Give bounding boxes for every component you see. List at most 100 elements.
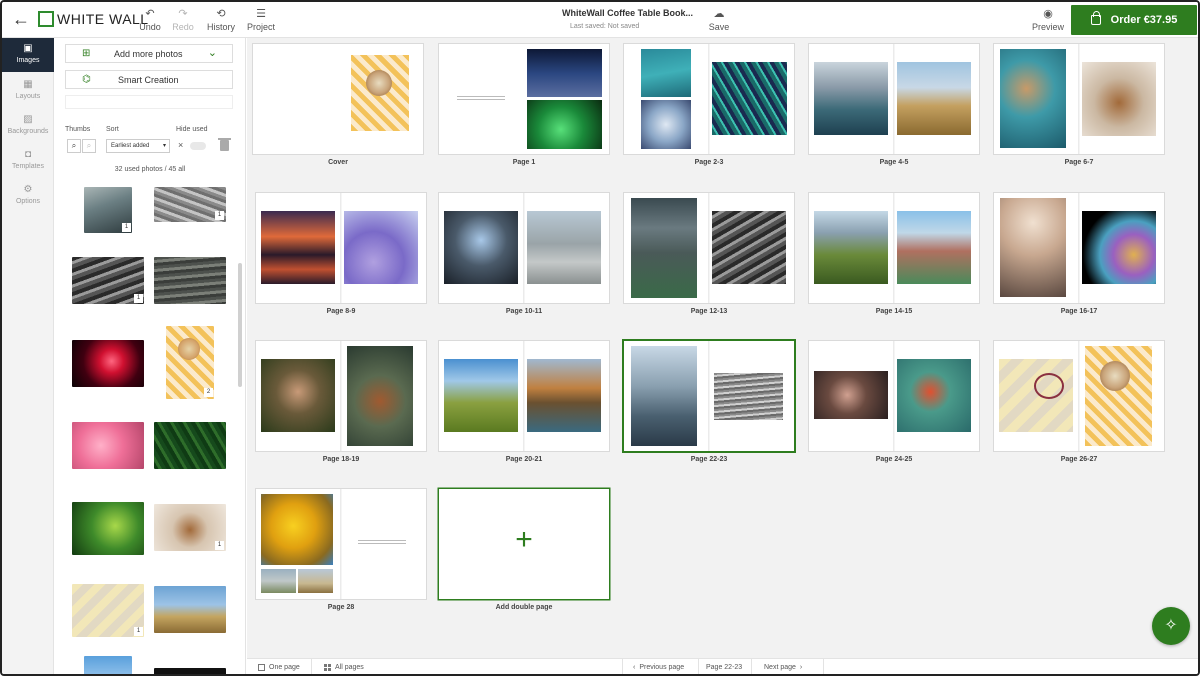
order-button[interactable]: Order €37.95 xyxy=(1071,5,1197,35)
page-spine xyxy=(708,44,710,154)
hide-used-toggle[interactable] xyxy=(190,142,206,150)
page-photo xyxy=(444,359,518,432)
page-spine xyxy=(893,341,895,451)
sort-label: Sort xyxy=(106,126,119,133)
redo-icon: ↷ xyxy=(178,8,188,20)
page-photo xyxy=(1100,361,1130,391)
photo-overlay xyxy=(178,338,200,360)
undo-button[interactable]: ↶ Undo xyxy=(133,8,167,32)
page-spine xyxy=(893,193,895,303)
one-page-button[interactable]: One page xyxy=(258,664,300,671)
zoom-out-button[interactable]: ⌕ xyxy=(67,139,81,153)
rail-item-options[interactable]: ⚙ Options xyxy=(2,179,54,213)
rail-item-images[interactable]: ▣ Images xyxy=(2,38,54,72)
spread-page-8-9[interactable] xyxy=(256,193,426,303)
magic-assistant-button[interactable]: ✧ xyxy=(1152,607,1190,645)
divider xyxy=(751,659,752,674)
smart-creation-button[interactable]: ⌬ Smart Creation xyxy=(65,70,233,89)
history-button[interactable]: ⟲ History xyxy=(204,8,238,32)
spread-page-24-25[interactable] xyxy=(809,341,979,451)
sort-select[interactable]: Earliest added ▾ xyxy=(106,139,170,153)
panel-scrollbar[interactable] xyxy=(238,263,242,387)
smart-creation-label: Smart Creation xyxy=(118,75,179,85)
spread-page-18-19[interactable] xyxy=(256,341,426,451)
add-more-photos-button[interactable]: ⊞ Add more photos ⌄ xyxy=(65,44,233,63)
spread-page-6-7[interactable] xyxy=(994,44,1164,154)
spread-label: Page 26-27 xyxy=(1060,456,1098,463)
page-photo xyxy=(298,569,333,593)
page-photo xyxy=(527,100,602,149)
chevron-down-icon: ▾ xyxy=(162,143,166,149)
spread-page-16-17[interactable] xyxy=(994,193,1164,303)
spread-label: Page 6-7 xyxy=(1064,159,1094,166)
back-arrow-icon[interactable]: ← xyxy=(12,10,30,28)
top-bar: ← WHITE WALL ↶ Undo ↷ Redo ⟲ History ☰ P… xyxy=(2,2,1198,38)
spread-page-28[interactable] xyxy=(256,489,426,599)
usage-badge: 1 xyxy=(215,541,224,550)
page-photo xyxy=(261,494,333,565)
photo-thumbnail[interactable] xyxy=(84,656,132,674)
photo-thumbnail[interactable] xyxy=(154,668,226,674)
spread-page-12-13[interactable] xyxy=(624,193,794,303)
spread-page-20-21[interactable] xyxy=(439,341,609,451)
spread-page-22-23[interactable] xyxy=(624,341,794,451)
images-icon: ▣ xyxy=(23,43,33,54)
rail-item-label: Templates xyxy=(12,163,44,170)
undo-icon: ↶ xyxy=(145,8,155,20)
chevron-left-icon: ‹ xyxy=(633,664,636,671)
spread-page-10-11[interactable] xyxy=(439,193,609,303)
spread-page-4-5[interactable] xyxy=(809,44,979,154)
redo-button[interactable]: ↷ Redo xyxy=(166,8,200,32)
spread-page-1[interactable] xyxy=(439,44,609,154)
spread-page-14-15[interactable] xyxy=(809,193,979,303)
cloud-icon: ☁ xyxy=(713,8,725,20)
history-icon: ⟲ xyxy=(216,8,226,20)
rail-item-label: Layouts xyxy=(15,93,41,100)
bottom-bar: One page All pages ‹ Previous page Page … xyxy=(247,658,1198,674)
page-photo xyxy=(897,62,971,135)
undo-label: Undo xyxy=(139,22,161,32)
current-page-label: Page 22-23 xyxy=(706,664,743,671)
spread-page-2-3[interactable] xyxy=(624,44,794,154)
photo-thumbnail[interactable] xyxy=(72,422,144,469)
add-double-page-button[interactable]: + xyxy=(439,489,609,599)
layouts-icon: ▦ xyxy=(23,79,33,90)
magnifier-icon: ⌕ xyxy=(86,141,92,150)
page-spine xyxy=(340,489,342,599)
trash-icon[interactable] xyxy=(218,138,231,151)
all-pages-button[interactable]: All pages xyxy=(324,664,364,671)
faint-input[interactable] xyxy=(65,95,233,109)
photo-thumbnail[interactable] xyxy=(154,586,226,633)
zoom-in-button[interactable]: ⌕ xyxy=(82,139,96,153)
document-title[interactable]: WhiteWall Coffee Table Book... xyxy=(562,8,702,18)
project-button[interactable]: ☰ Project xyxy=(244,8,278,32)
photo-thumbnail[interactable] xyxy=(154,422,226,469)
spread-page-26-27[interactable] xyxy=(994,341,1164,451)
page-photo xyxy=(712,211,786,284)
shopping-bag-icon xyxy=(1090,11,1101,25)
left-rail: ▣ Images ▦ Layouts ▨ Backgrounds ◘ Templ… xyxy=(2,38,54,674)
photo-thumbnail[interactable] xyxy=(72,340,144,387)
page-photo xyxy=(347,346,413,446)
chevron-down-icon[interactable]: ⌄ xyxy=(208,46,217,59)
preview-button[interactable]: ◉ Preview xyxy=(1030,8,1066,32)
previous-page-button[interactable]: ‹ Previous page xyxy=(633,664,684,671)
rail-item-backgrounds[interactable]: ▨ Backgrounds xyxy=(2,109,54,143)
divider xyxy=(622,659,623,674)
page-photo xyxy=(999,359,1073,432)
page-spine xyxy=(1078,193,1080,303)
logo-square-icon xyxy=(38,11,54,27)
photo-thumbnail[interactable] xyxy=(72,502,144,555)
eye-icon: ◉ xyxy=(1043,8,1053,20)
save-button[interactable]: ☁ Save xyxy=(702,8,736,32)
spread-cover[interactable] xyxy=(253,44,423,154)
spread-label: Page 28 xyxy=(327,604,355,611)
rail-item-templates[interactable]: ◘ Templates xyxy=(2,144,54,178)
page-photo xyxy=(897,211,971,284)
rail-item-layouts[interactable]: ▦ Layouts xyxy=(2,74,54,108)
pages-workspace: Cover Page 1 Page 2-3 Page 4-5 Page 6-7 xyxy=(247,38,1198,658)
hide-used-label: Hide used xyxy=(176,126,208,133)
close-icon[interactable]: × xyxy=(178,141,183,150)
next-page-button[interactable]: Next page › xyxy=(764,664,802,671)
photo-thumbnail[interactable] xyxy=(154,257,226,304)
